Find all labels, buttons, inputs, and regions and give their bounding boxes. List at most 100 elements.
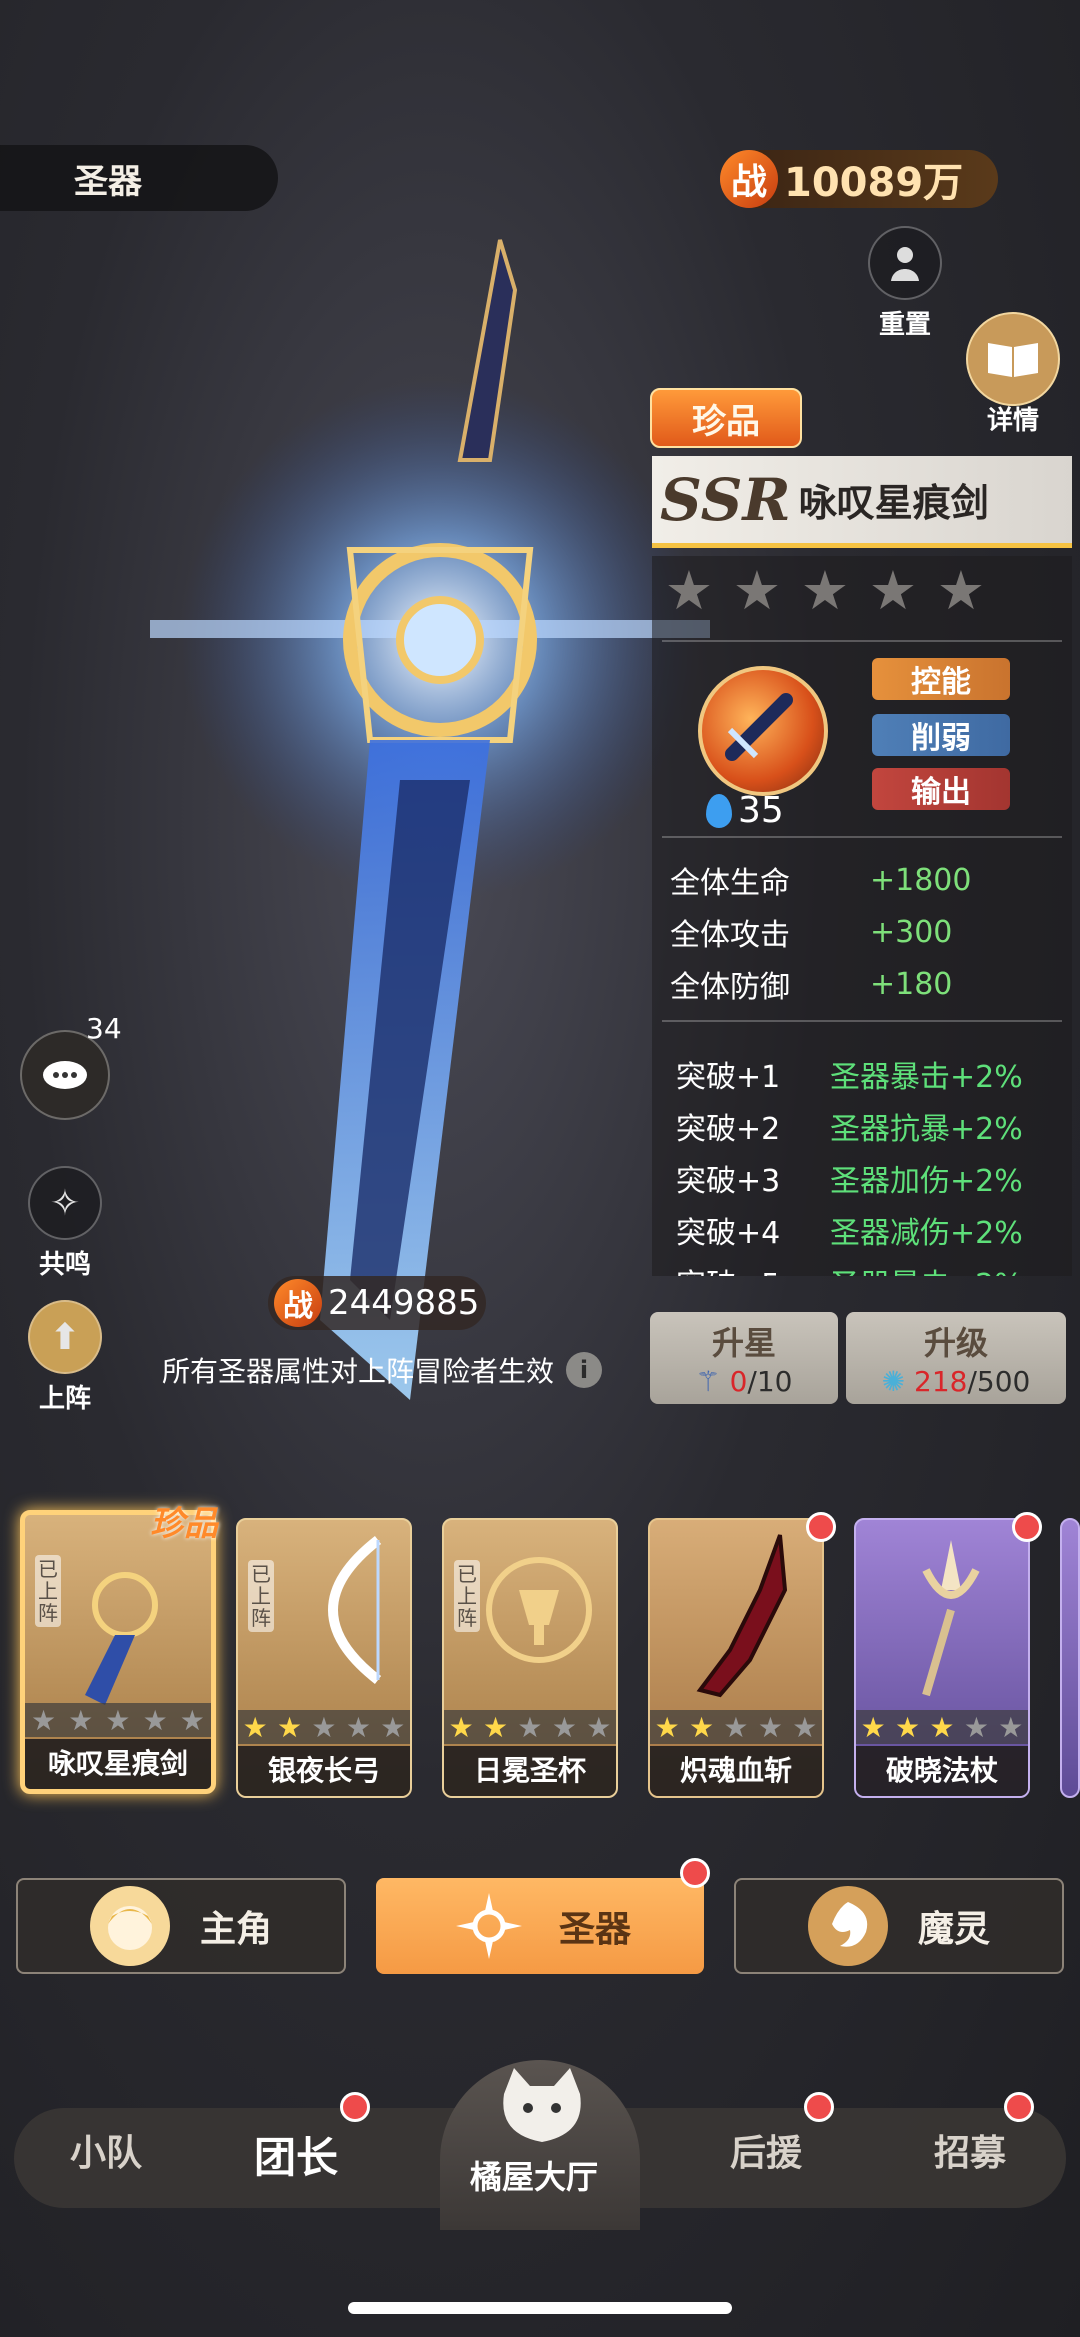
star-up-label: 升星 (711, 1324, 776, 1362)
breakthrough-row: 突破+3 圣器加伤+2% (676, 1152, 1023, 1204)
breakthrough-value: 圣器加伤+2% (830, 1164, 1023, 1199)
breakthrough-label: 突破+1 (676, 1060, 781, 1095)
stat-value: +180 (870, 966, 953, 1002)
skill-icon[interactable] (698, 666, 828, 796)
star-up-current: 0 (729, 1365, 748, 1398)
breakthrough-row: 突破+2 圣器抗暴+2% (676, 1100, 1023, 1152)
card-stars: ★ ★ ★ ★ ★ (238, 1710, 410, 1744)
weapon-name: 咏叹星痕剑 (798, 481, 989, 525)
star-icon: ★ (868, 559, 918, 622)
breakthrough-row: 突破+5圣器暴击+2% (676, 1256, 1023, 1276)
energy-drop-icon (706, 793, 732, 828)
breakthrough-label: 突破+5 (676, 1260, 830, 1276)
resonance-label: 共鸣 (38, 1250, 91, 1280)
crystal-icon: ✺ (881, 1365, 906, 1398)
notification-dot (1012, 1512, 1042, 1542)
breakthrough-label: 突破+3 (676, 1164, 781, 1199)
breakthrough-label: 突破+4 (676, 1216, 781, 1251)
tag-control: 控能 (872, 658, 1010, 700)
stat-row: 全体防御 +180 (670, 958, 971, 1010)
tag-weaken: 削弱 (872, 714, 1010, 756)
resonance-icon: ✧ (28, 1166, 102, 1240)
star-up-progress: ⚚ 0/10 (650, 1365, 838, 1398)
total-power-value: 10089万 (784, 160, 964, 206)
breakthrough-list[interactable]: 突破+1 圣器暴击+2% 突破+2 圣器抗暴+2% 突破+3 圣器加伤+2% 突破+4… (676, 1048, 1023, 1276)
card-stars: ★ ★ ★ ★ ★ (650, 1710, 822, 1744)
divider (662, 836, 1062, 838)
nav-recruit[interactable]: 招募 (934, 2124, 1006, 2176)
equipped-label: 已上阵 (35, 1555, 61, 1627)
deploy-label: 上阵 (38, 1384, 91, 1414)
reset-icon (868, 226, 942, 300)
stat-value: +1800 (870, 862, 972, 898)
level-up-button[interactable]: 升级 ✺ 218/500 (846, 1312, 1066, 1404)
staff-icon (922, 1540, 980, 1697)
stat-label: 全体攻击 (670, 918, 790, 953)
reset-button[interactable]: 重置 (868, 226, 942, 341)
tab-spirit-label: 魔灵 (917, 1909, 990, 1950)
breakthrough-value: 圣器减伤+2% (830, 1216, 1023, 1251)
weapon-card[interactable]: 已上阵 ★ ★ ★ ★ ★ 日冕圣杯 (442, 1518, 618, 1798)
nav-leader[interactable]: 团长 (254, 2124, 338, 2185)
card-stars: ★ ★ ★ ★ ★ (25, 1703, 211, 1737)
weapon-card[interactable]: ★ ★ ★ ★ ★ 炽魂血斩 (648, 1518, 824, 1798)
weapon-artwork (0, 220, 880, 1400)
wand-icon: ⚚ (695, 1365, 721, 1398)
stat-label: 全体防御 (670, 970, 790, 1005)
breakthrough-value: 圣器抗暴+2% (830, 1112, 1023, 1147)
star-up-max: /10 (747, 1365, 793, 1398)
skill-level-value: 35 (738, 790, 784, 831)
breakthrough-row: 突破+1 圣器暴击+2% (676, 1048, 1023, 1100)
cat-mascot-icon (494, 2064, 590, 2152)
divider (662, 640, 1062, 642)
stat-value: +300 (870, 914, 953, 950)
nav-hall[interactable]: 橘屋大厅 (470, 2152, 598, 2198)
weapon-card[interactable]: 已上阵 ★ ★ ★ ★ ★ 咏叹星痕剑 (20, 1510, 216, 1794)
stat-row: 全体生命 +1800 (670, 854, 971, 906)
tab-artifact-label: 圣器 (558, 1909, 631, 1950)
stats-list: 全体生命 +1800 全体攻击 +300 全体防御 +180 (670, 854, 971, 1010)
card-stars: ★ ★ ★ ★ ★ (444, 1710, 616, 1744)
weapon-card[interactable]: ★ ★ ★ ★ ★ 破晓法杖 (854, 1518, 1030, 1798)
bow-icon (328, 1536, 382, 1684)
card-rarity-tag: 珍品 (150, 1504, 218, 1544)
nav-team[interactable]: 小队 (70, 2124, 142, 2176)
tab-hero[interactable]: 主角 (16, 1878, 346, 1974)
stat-label: 全体生命 (670, 866, 790, 901)
blade-icon (696, 1534, 788, 1698)
skill-level: 35 (706, 790, 784, 831)
level-up-progress: ✺ 218/500 (846, 1365, 1066, 1398)
star-rating: ★ ★ ★ ★ ★ (664, 559, 986, 622)
weapon-card-partial[interactable] (1060, 1518, 1080, 1798)
info-icon[interactable]: i (566, 1352, 603, 1388)
card-name: 咏叹星痕剑 (25, 1739, 211, 1789)
resonance-button[interactable]: ✧ 共鸣 (28, 1166, 102, 1281)
nav-support[interactable]: 后援 (730, 2124, 802, 2176)
chat-button[interactable]: 34 (20, 1012, 122, 1120)
total-power: 战 10089万 (720, 150, 998, 208)
page-title: 圣器 (0, 145, 278, 211)
star-icon: ★ (936, 559, 986, 622)
weapon-card[interactable]: 已上阵 ★ ★ ★ ★ ★ 银夜长弓 (236, 1518, 412, 1798)
details-button[interactable]: 详情 (966, 312, 1060, 437)
chat-count: 34 (86, 1012, 122, 1045)
rarity-tag: 珍品 (650, 388, 802, 448)
chalice-icon (486, 1557, 592, 1663)
card-name: 炽魂血斩 (650, 1746, 822, 1796)
tab-artifact[interactable]: 圣器 (376, 1878, 704, 1974)
effect-note: 所有圣器属性对上阵冒险者生效 i (162, 1350, 603, 1390)
star-up-button[interactable]: 升星 ⚚ 0/10 (650, 1312, 838, 1404)
card-name: 日冕圣杯 (444, 1746, 616, 1796)
breakthrough-label: 突破+2 (676, 1112, 781, 1147)
stat-row: 全体攻击 +300 (670, 906, 971, 958)
book-icon (966, 312, 1060, 406)
tag-output: 输出 (872, 768, 1010, 810)
home-indicator[interactable] (348, 2302, 732, 2314)
deploy-button[interactable]: ⬆ 上阵 (28, 1300, 102, 1415)
notification-dot (680, 1858, 710, 1888)
breakthrough-row: 突破+4 圣器减伤+2% (676, 1204, 1023, 1256)
tab-hero-label: 主角 (199, 1909, 272, 1950)
tab-spirit[interactable]: 魔灵 (734, 1878, 1064, 1974)
card-name: 破晓法杖 (856, 1746, 1028, 1796)
breakthrough-value: 圣器暴击+2% (830, 1060, 1023, 1095)
